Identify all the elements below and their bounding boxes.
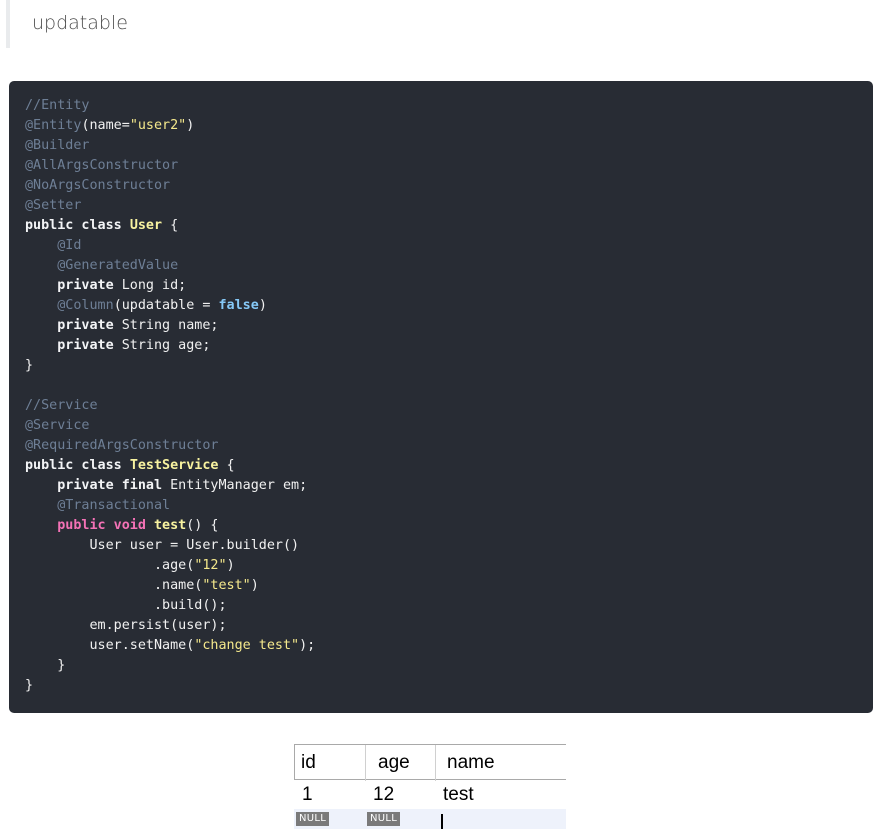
code-text: {: [218, 458, 235, 473]
code-line: @Column(updatable = false): [25, 296, 873, 316]
code-method-name: test: [154, 518, 187, 533]
page: updatable //Entity @Entity(name="user2")…: [0, 0, 873, 829]
code-text: );: [299, 638, 316, 653]
code-annotation: @Setter: [25, 198, 82, 213]
text-cursor: [441, 814, 443, 829]
code-type-name: TestService: [129, 458, 219, 473]
blockquote: updatable: [6, 0, 866, 48]
code-annotation: @RequiredArgsConstructor: [25, 438, 219, 453]
code-text: (updatable =: [113, 298, 219, 313]
code-line: @GeneratedValue: [25, 256, 873, 276]
code-text: em.persist(user);: [89, 618, 227, 633]
code-text: User user = User.builder(): [89, 538, 300, 553]
code-text: }: [25, 358, 34, 373]
cell-id[interactable]: 1: [294, 781, 365, 809]
code-text: {: [162, 218, 179, 233]
code-line: public class User {: [25, 216, 873, 236]
code-string: "user2": [129, 118, 187, 133]
code-line: private String name;: [25, 316, 873, 336]
code-annotation: @AllArgsConstructor: [25, 158, 179, 173]
code-line: @Transactional: [25, 496, 873, 516]
code-line: }: [25, 656, 873, 676]
code-annotation: @GeneratedValue: [57, 258, 179, 273]
code-annotation: @NoArgsConstructor: [25, 178, 171, 193]
code-line: private Long id;: [25, 276, 873, 296]
code-line: @Id: [25, 236, 873, 256]
code-text: .build();: [154, 598, 227, 613]
code-keyword: public class: [25, 458, 122, 473]
code-keyword: private: [57, 318, 114, 333]
code-annotation: @Column: [57, 298, 114, 313]
code-line: em.persist(user);: [25, 616, 873, 636]
table-header: id age name: [294, 744, 566, 781]
code-line: //Entity: [25, 96, 873, 116]
null-badge: NULL: [367, 812, 401, 826]
table-row-new[interactable]: NULL NULL: [294, 809, 566, 829]
code-text: ): [258, 298, 267, 313]
code-annotation: @Service: [25, 418, 90, 433]
code-line: private String age;: [25, 336, 873, 356]
code-line: public class TestService {: [25, 456, 873, 476]
result-table: id age name 1 12 test NULL NULL: [294, 744, 566, 829]
code-type-name: User: [129, 218, 163, 233]
code-text: }: [25, 678, 34, 693]
code-text: .age(: [154, 558, 195, 573]
code-text: Long id;: [113, 278, 187, 293]
code-keyword: public class: [25, 218, 122, 233]
code-text: (name=: [81, 118, 130, 133]
code-text: String name;: [113, 318, 219, 333]
code-text: ): [186, 118, 195, 133]
code-line: User user = User.builder(): [25, 536, 873, 556]
blockquote-text: updatable: [32, 12, 128, 34]
code-annotation: @Id: [57, 238, 82, 253]
code-line: .build();: [25, 596, 873, 616]
code-text: ): [250, 578, 259, 593]
cell-name[interactable]: test: [435, 781, 566, 809]
code-line: }: [25, 356, 873, 376]
code-string: "12": [194, 558, 227, 573]
code-text: }: [57, 658, 66, 673]
code-keyword: public void: [57, 518, 146, 533]
code-comment: //Service: [25, 398, 98, 413]
cell-age[interactable]: 12: [365, 781, 435, 809]
code-line: .name("test"): [25, 576, 873, 596]
code-line: .age("12"): [25, 556, 873, 576]
code-line: @RequiredArgsConstructor: [25, 436, 873, 456]
null-badge: NULL: [296, 812, 330, 826]
code-line: private final EntityManager em;: [25, 476, 873, 496]
code-text: String age;: [113, 338, 211, 353]
code-line: user.setName("change test");: [25, 636, 873, 656]
code-annotation: @Builder: [25, 138, 90, 153]
code-block: //Entity @Entity(name="user2") @Builder …: [9, 81, 873, 713]
code-keyword: private: [57, 338, 114, 353]
code-keyword: private: [57, 278, 114, 293]
code-annotation: @Entity: [25, 118, 82, 133]
code-text: user.setName(: [89, 638, 195, 653]
code-line: @Service: [25, 416, 873, 436]
code-line: }: [25, 676, 873, 696]
table-row[interactable]: 1 12 test: [294, 781, 566, 809]
column-header-name[interactable]: name: [436, 745, 566, 781]
code-text: .name(: [154, 578, 203, 593]
code-string: "change test": [194, 638, 300, 653]
code-line: //Service: [25, 396, 873, 416]
code-annotation: @Transactional: [57, 498, 171, 513]
code-text: EntityManager em;: [162, 478, 308, 493]
code-text: ): [226, 558, 235, 573]
column-header-age[interactable]: age: [366, 745, 436, 781]
column-header-id[interactable]: id: [295, 745, 366, 781]
code-line: @Setter: [25, 196, 873, 216]
code-keyword: private final: [57, 478, 163, 493]
code-text: () {: [186, 518, 219, 533]
code-boolean: false: [218, 298, 259, 313]
code-string: "test": [202, 578, 251, 593]
code-line: @Entity(name="user2"): [25, 116, 873, 136]
code-line: @Builder: [25, 136, 873, 156]
code-line: @AllArgsConstructor: [25, 156, 873, 176]
code-line: @NoArgsConstructor: [25, 176, 873, 196]
code-line: public void test() {: [25, 516, 873, 536]
code-comment: //Entity: [25, 98, 90, 113]
